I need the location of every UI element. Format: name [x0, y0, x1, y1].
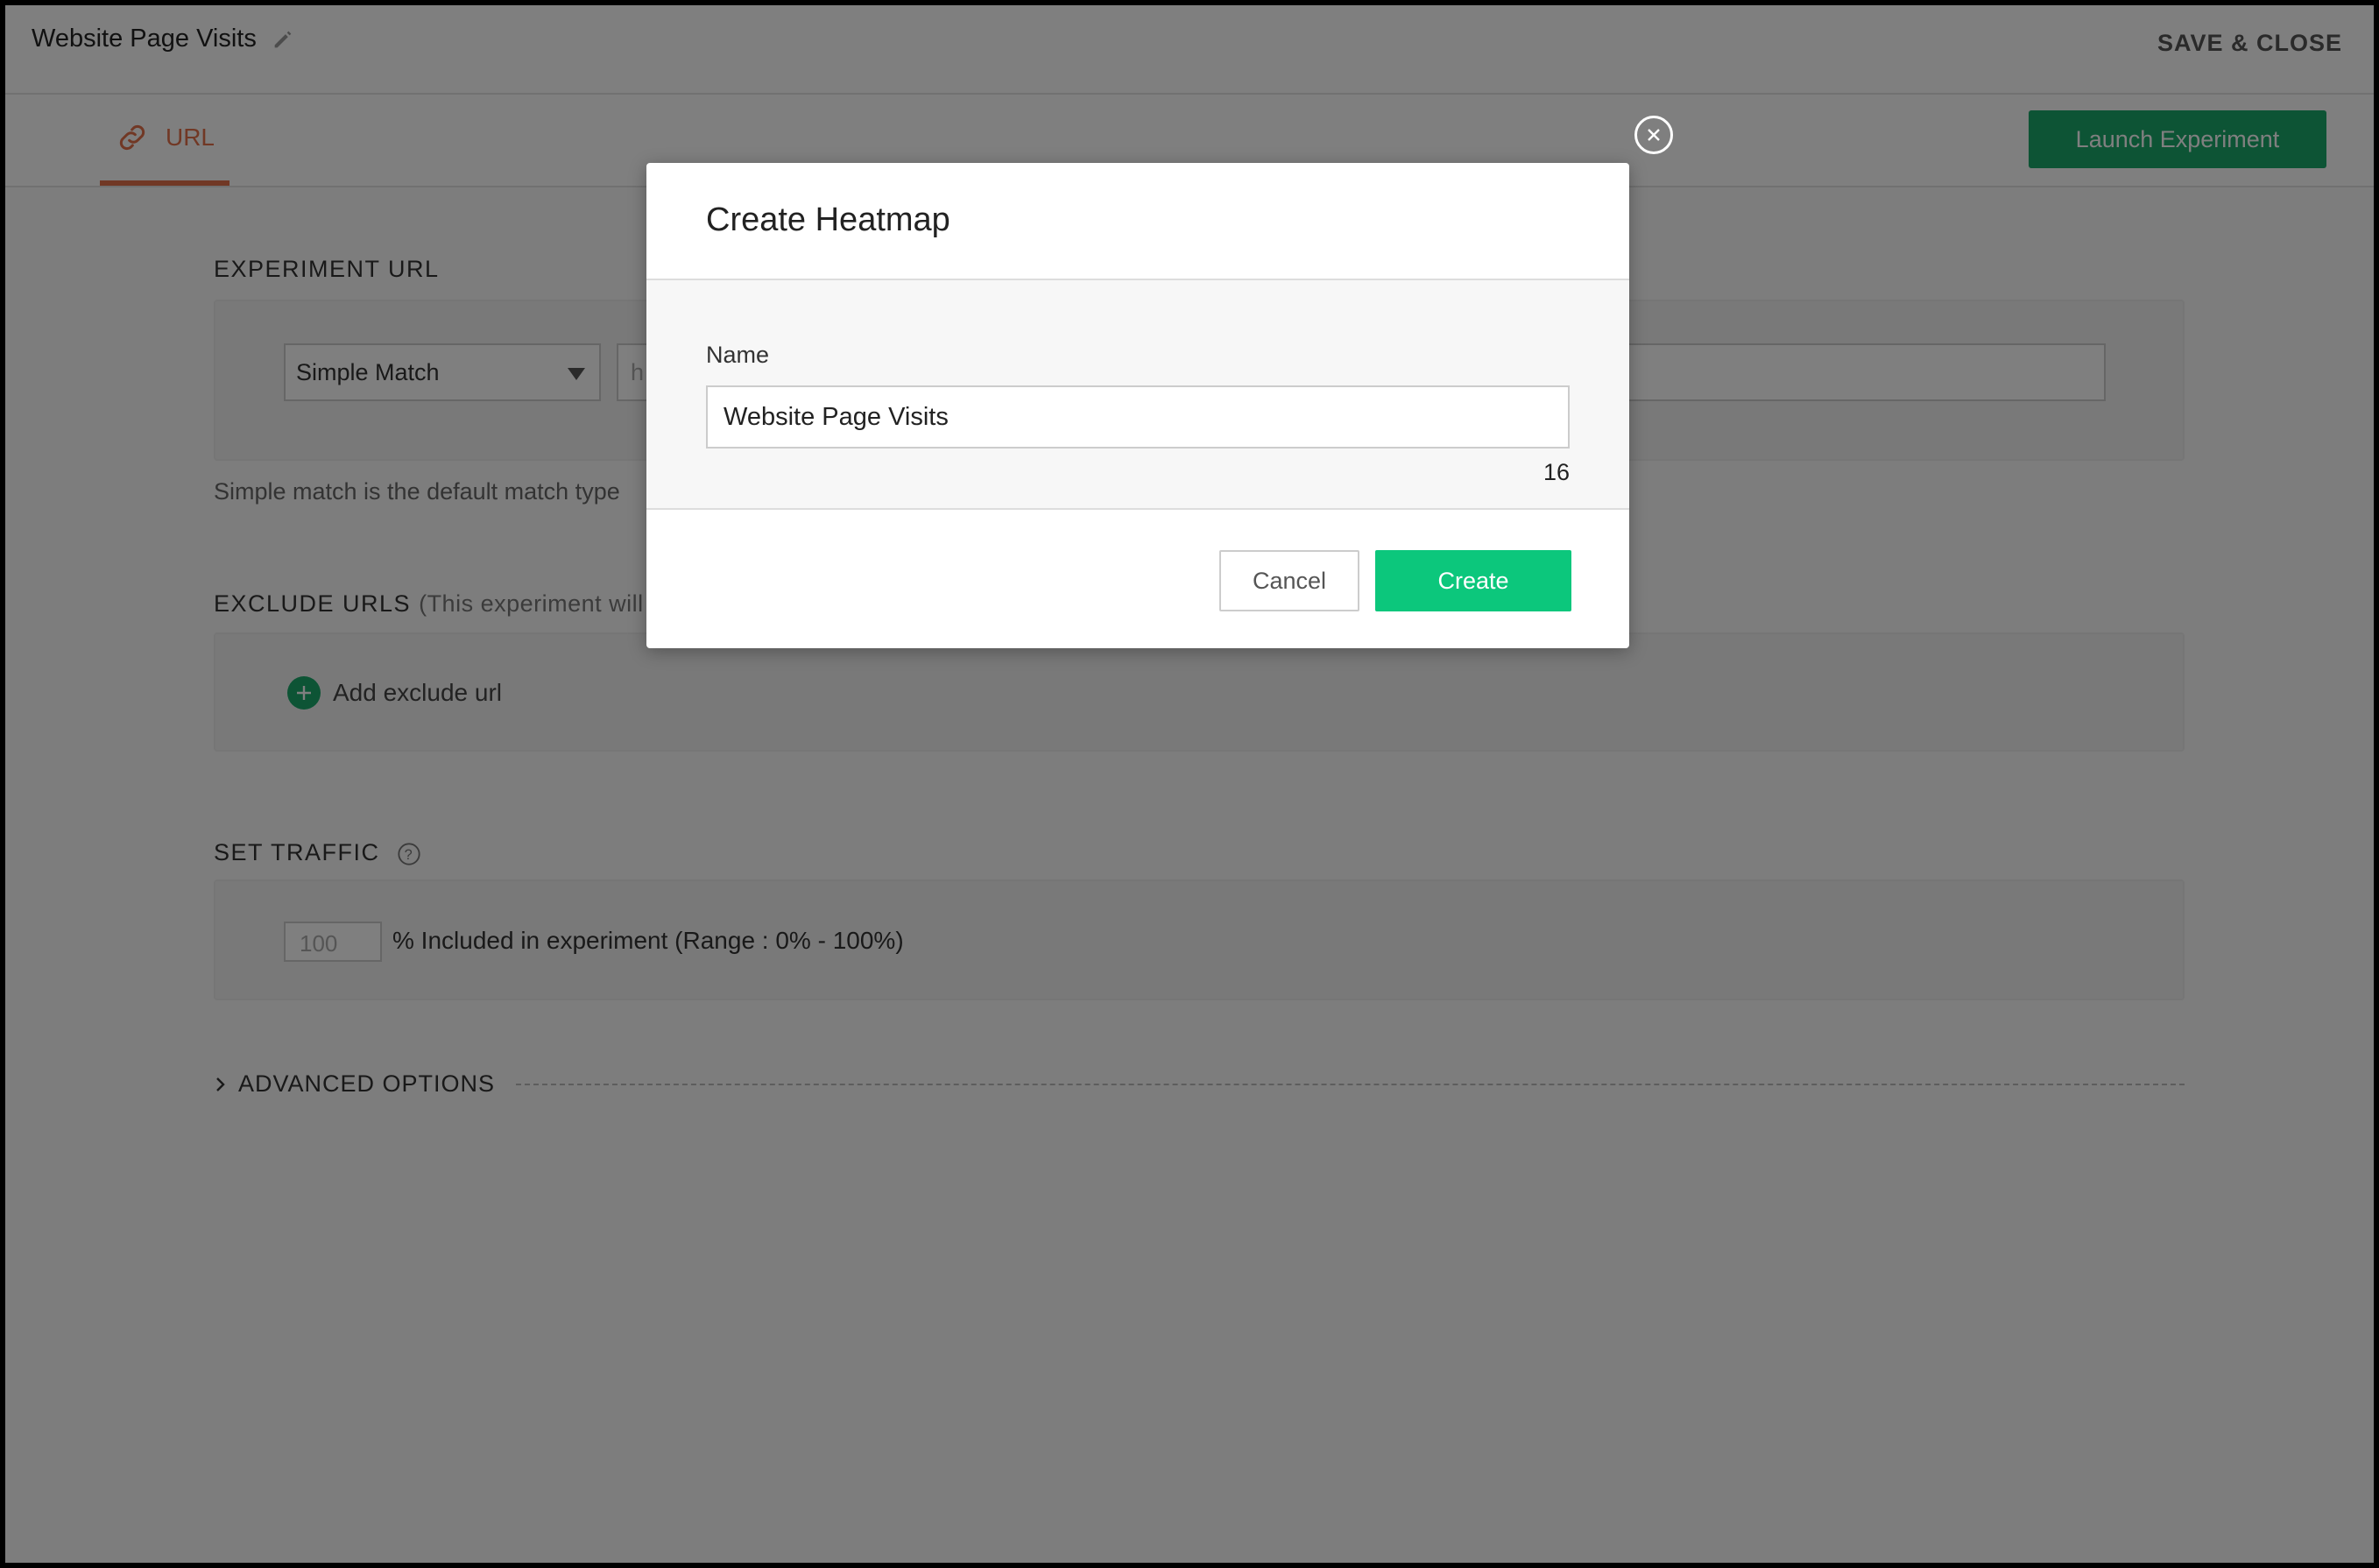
create-heatmap-dialog: Create Heatmap Name Website Page Visits … — [646, 163, 1629, 648]
app-window: Website Page Visits SAVE & CLOSE URL Lau… — [5, 5, 2374, 1563]
cancel-button[interactable]: Cancel — [1219, 550, 1359, 611]
name-field-label: Name — [706, 342, 770, 368]
dialog-footer: Cancel Create — [646, 510, 1629, 648]
create-button[interactable]: Create — [1375, 550, 1571, 611]
character-count: 16 — [1542, 459, 1570, 485]
close-icon[interactable] — [1634, 116, 1673, 154]
dialog-body: Name Website Page Visits 16 — [646, 280, 1629, 510]
dialog-title: Create Heatmap — [646, 163, 1629, 280]
name-input[interactable]: Website Page Visits — [706, 385, 1570, 449]
